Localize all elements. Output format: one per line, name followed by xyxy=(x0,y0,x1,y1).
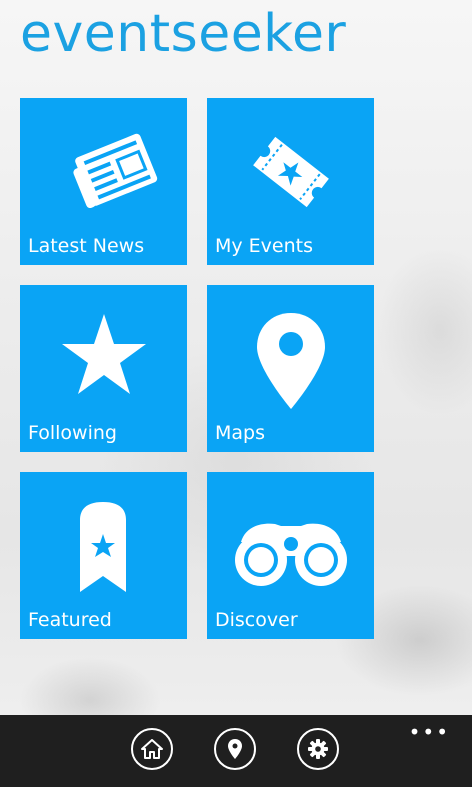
settings-button[interactable] xyxy=(297,728,339,770)
star-icon xyxy=(62,314,146,394)
settings-icon xyxy=(308,739,328,759)
tile-label: Featured xyxy=(28,609,112,631)
app-title: eventseeker xyxy=(20,4,347,64)
tile-label: Following xyxy=(28,422,117,444)
home-icon xyxy=(141,739,163,759)
tile-featured[interactable]: Featured xyxy=(20,472,187,639)
newspaper-icon xyxy=(73,133,158,209)
tile-following[interactable]: Following xyxy=(20,285,187,452)
binoculars-icon xyxy=(235,523,347,586)
tile-my-events[interactable]: My Events xyxy=(207,98,374,265)
tile-latest-news[interactable]: Latest News xyxy=(20,98,187,265)
home-button[interactable] xyxy=(131,728,173,770)
bookmark-star-icon xyxy=(80,502,126,592)
tile-label: My Events xyxy=(215,235,314,257)
location-button[interactable] xyxy=(214,728,256,770)
tile-label: Latest News xyxy=(28,235,145,257)
tile-maps[interactable]: Maps xyxy=(207,285,374,452)
app-bar: ••• xyxy=(0,715,472,787)
ticket-icon xyxy=(253,136,329,208)
tile-discover[interactable]: Discover xyxy=(207,472,374,639)
map-pin-icon xyxy=(257,313,325,409)
location-icon xyxy=(228,739,242,759)
tile-label: Discover xyxy=(215,609,298,631)
more-options-button[interactable]: ••• xyxy=(409,722,450,742)
tile-label: Maps xyxy=(215,422,265,444)
